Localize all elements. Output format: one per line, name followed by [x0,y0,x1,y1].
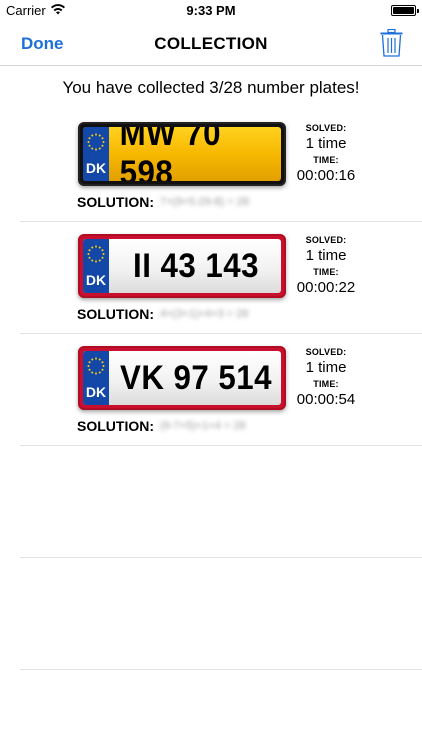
time-label: TIME: [313,379,339,389]
number-plate: DK II 43 143 [78,234,286,298]
solved-count: 1 time [305,135,347,152]
empty-row [20,558,422,670]
solution-line: SOLUTION: 7+(9+5-29-8) = 28 [77,192,249,212]
solve-time: 00:00:54 [296,391,356,408]
eu-stars-icon [87,245,105,263]
solution-line: SOLUTION: 4+(3+1)+4+3 = 28 [77,304,248,324]
page-title: COLLECTION [154,34,268,53]
plate-stats: SOLVED: 1 time TIME: 00:00:54 [290,346,362,410]
navigation-bar: Done COLLECTION [0,22,422,66]
status-time: 9:33 PM [186,3,236,18]
number-plate: DK VK 97 514 [78,346,286,410]
plate-stats: SOLVED: 1 time TIME: 00:00:22 [290,234,362,298]
eu-flag-band: DK [83,239,109,293]
solution-text: 7+(9+5-29-8) = 28 [160,196,249,208]
solution-text: 4+(3+1)+4+3 = 28 [160,308,249,320]
plate-list: DK MW 70 598 SOLVED: 1 time TIME: 00:00:… [0,110,422,670]
eu-stars-icon [87,133,105,151]
eu-flag-band: DK [83,127,109,181]
country-code: DK [85,384,107,400]
solution-line: SOLUTION: (9-7+5)+1+4 = 28 [77,416,246,436]
plate-row[interactable]: DK MW 70 598 SOLVED: 1 time TIME: 00:00:… [20,110,422,222]
empty-row [20,446,422,558]
solved-label: SOLVED: [305,347,347,357]
solved-label: SOLVED: [305,123,347,133]
battery-icon [391,5,419,16]
time-label: TIME: [313,267,339,277]
time-label: TIME: [313,155,339,165]
solve-time: 00:00:16 [296,167,356,184]
country-code: DK [85,272,107,288]
trash-icon[interactable] [380,29,403,57]
plate-number: MW 70 598 [119,127,222,181]
eu-stars-icon [87,357,105,375]
plate-stats: SOLVED: 1 time TIME: 00:00:16 [290,122,362,186]
eu-flag-band: DK [83,351,109,405]
solution-label: SOLUTION: [77,306,154,322]
status-bar: Carrier 9:33 PM [0,0,422,22]
country-code: DK [85,160,107,176]
solved-count: 1 time [305,359,347,376]
solved-count: 1 time [305,247,347,264]
solution-label: SOLUTION: [77,194,154,210]
solution-label: SOLUTION: [77,418,154,434]
plate-number: II 43 143 [133,246,259,285]
plate-row[interactable]: DK VK 97 514 SOLVED: 1 time TIME: 00:00:… [20,334,422,446]
solution-text: (9-7+5)+1+4 = 28 [160,420,246,432]
solved-label: SOLVED: [305,235,347,245]
collection-summary: You have collected 3/28 number plates! [62,78,360,97]
plate-number: VK 97 514 [120,358,272,397]
plate-row[interactable]: DK II 43 143 SOLVED: 1 time TIME: 00:00:… [20,222,422,334]
number-plate: DK MW 70 598 [78,122,286,186]
solve-time: 00:00:22 [296,279,356,296]
